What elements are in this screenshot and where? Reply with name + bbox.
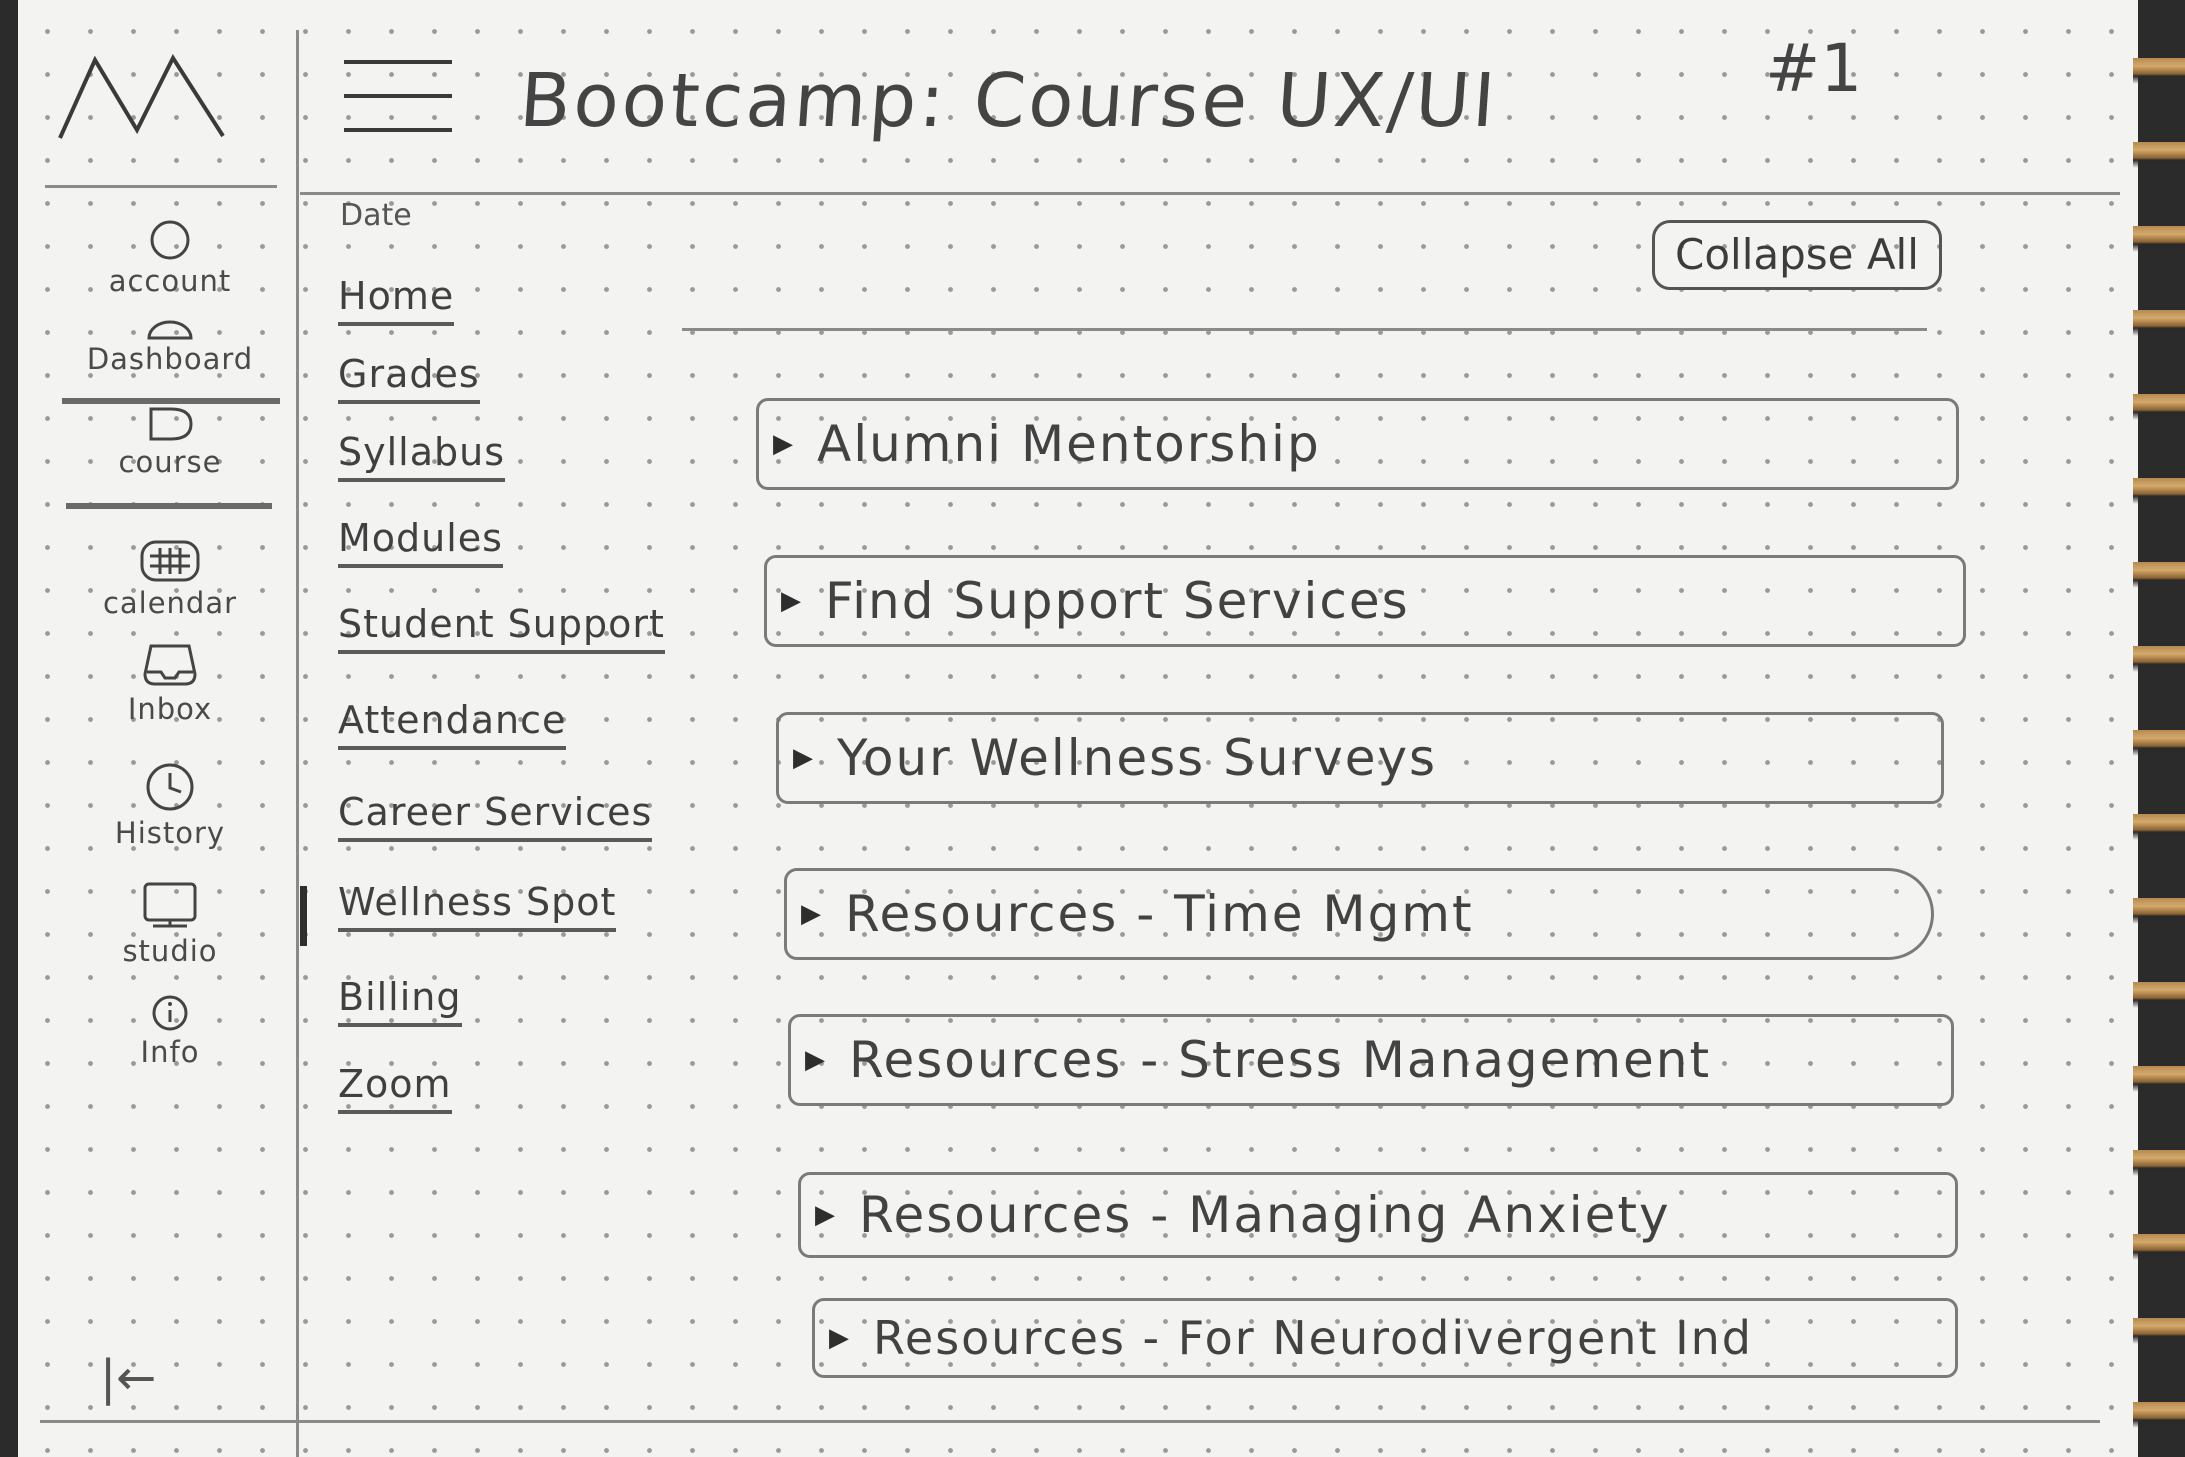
rail-top-divider [45,185,277,188]
dashboard-icon [147,320,193,340]
course-icon [149,407,193,441]
subnav-item-syllabus[interactable]: Syllabus [338,430,506,482]
page-title: Bootcamp: Course UX/UI [516,58,1501,144]
module-title: Your Wellness Surveys [837,729,1438,787]
rail-divider [296,30,299,1457]
rail-label: History [114,816,226,850]
module-title: Resources - For Neurodivergent Ind [873,1311,1754,1365]
subnav-item-attendance[interactable]: Attendance [338,698,567,750]
calendar-icon [140,540,200,582]
inbox-icon [143,644,197,686]
module-title: Find Support Services [825,572,1410,630]
header-divider [300,192,2120,195]
rail-label: Dashboard [86,342,254,376]
subnav-item-zoom[interactable]: Zoom [338,1062,452,1114]
app-logo[interactable] [55,50,230,145]
rail-label: Info [140,1035,200,1069]
hamburger-menu-icon[interactable] [340,56,458,136]
subnav-item-wellness-spot[interactable]: Wellness Spot [338,880,617,932]
module-title: Resources - Managing Anxiety [859,1186,1671,1244]
rail-item-account[interactable]: account [60,218,280,298]
module-managing-anxiety[interactable]: ▶ Resources - Managing Anxiety [798,1172,1958,1258]
collapse-rail-icon[interactable]: |← [100,1350,156,1406]
toolbar-divider [682,328,1927,331]
module-wellness-surveys[interactable]: ▶ Your Wellness Surveys [776,712,1944,804]
expand-arrow-icon: ▶ [781,586,803,616]
module-find-support-services[interactable]: ▶ Find Support Services [764,555,1966,647]
rail-item-history[interactable]: History [60,760,280,850]
history-icon [146,763,194,811]
module-time-management[interactable]: ▶ Resources - Time Mgmt [784,868,1934,960]
subnav-item-grades[interactable]: Grades [338,352,480,404]
rail-label: account [108,264,232,298]
rail-item-calendar[interactable]: calendar [60,538,280,620]
expand-arrow-icon: ▶ [829,1323,851,1353]
rail-label: studio [122,934,218,968]
rail-item-studio[interactable]: studio [60,880,280,968]
subnav-item-student-support[interactable]: Student Support [338,602,665,654]
rail-label: course [118,445,222,479]
subnav-item-career-services[interactable]: Career Services [338,790,653,842]
collapse-all-button[interactable]: Collapse All [1652,220,1942,290]
expand-arrow-icon: ▶ [801,899,823,929]
module-alumni-mentorship[interactable]: ▶ Alumni Mentorship [756,398,1959,490]
expand-arrow-icon: ▶ [815,1200,837,1230]
course-underline [66,503,272,509]
rail-item-dashboard[interactable]: Dashboard [60,318,280,376]
subnav-item-home[interactable]: Home [338,274,455,326]
studio-icon [143,882,197,928]
expand-arrow-icon: ▶ [805,1045,827,1075]
rail-label: calendar [102,586,238,620]
sheet-number: #1 [1765,30,1863,107]
active-nav-indicator [300,886,307,946]
rail-item-inbox[interactable]: Inbox [60,640,280,726]
module-title: Resources - Time Mgmt [845,885,1474,943]
module-title: Alumni Mentorship [817,415,1321,473]
expand-arrow-icon: ▶ [793,743,815,773]
info-icon [152,995,188,1031]
account-icon [150,220,190,260]
rail-item-info[interactable]: Info [60,993,280,1069]
subnav-item-billing[interactable]: Billing [338,975,462,1027]
module-title: Resources - Stress Management [849,1031,1712,1089]
rail-label: Inbox [127,692,213,726]
notebook-spiral [2133,0,2185,1457]
expand-arrow-icon: ▶ [773,429,795,459]
subnav-item-modules[interactable]: Modules [338,516,503,568]
module-neurodivergent[interactable]: ▶ Resources - For Neurodivergent Ind [812,1298,1958,1378]
module-stress-management[interactable]: ▶ Resources - Stress Management [788,1014,1954,1106]
footer-divider [40,1420,2100,1423]
date-label: Date [340,198,412,233]
rail-item-course[interactable]: course [60,405,280,479]
dashboard-underline [62,398,280,404]
